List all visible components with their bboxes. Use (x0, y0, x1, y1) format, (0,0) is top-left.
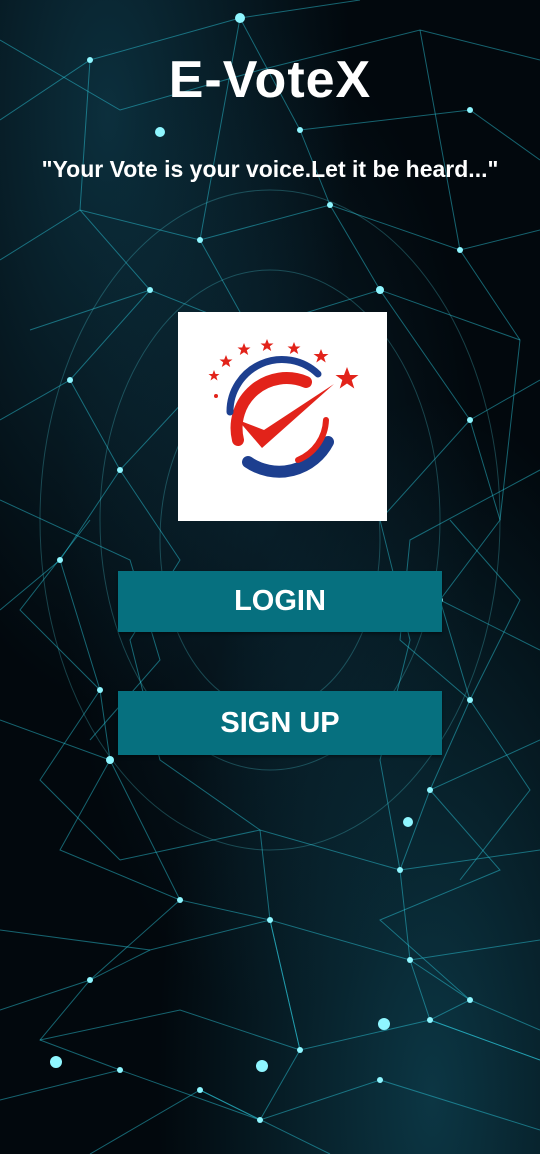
ballot-checkmark-logo-icon (208, 339, 359, 478)
app-title: E-VoteX (168, 51, 372, 109)
sign-up-button[interactable]: SIGN UP (118, 691, 442, 755)
tagline: "Your Vote is your voice.Let it be heard… (41, 156, 499, 182)
app-logo (178, 312, 387, 521)
login-button[interactable]: LOGIN (118, 571, 442, 632)
